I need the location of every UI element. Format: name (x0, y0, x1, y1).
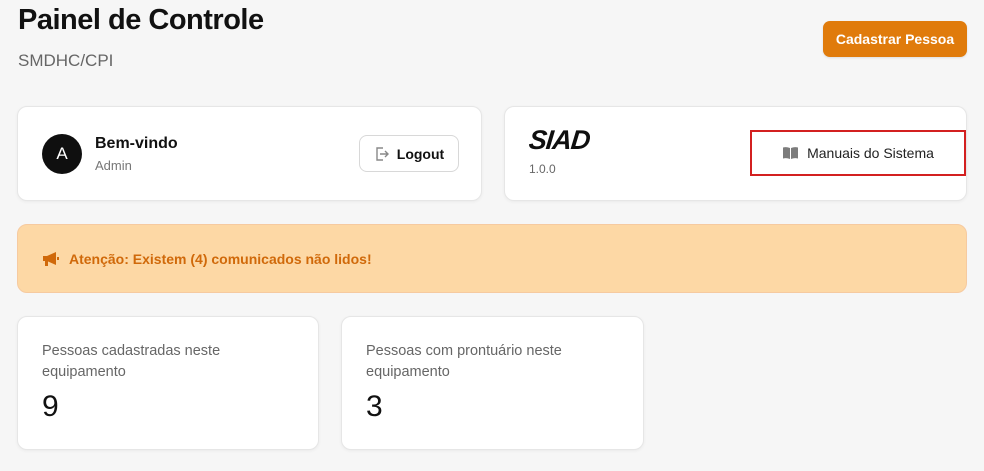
user-card: A Bem-vindo Admin Logout (17, 106, 482, 201)
logout-label: Logout (396, 145, 445, 162)
stat-label: Pessoas cadastradas neste equipamento (42, 343, 221, 380)
avatar: A (42, 134, 82, 174)
unread-notices-alert[interactable]: Atenção: Existem (4) comunicados não lid… (17, 224, 967, 293)
stat-value: 3 (366, 390, 383, 423)
stat-value: 9 (42, 390, 59, 423)
welcome-text: Bem-vindo (95, 135, 178, 152)
alert-text: Atenção: Existem (4) comunicados não lid… (69, 250, 372, 267)
book-icon (782, 146, 799, 160)
page-subtitle: SMDHC/CPI (18, 51, 114, 70)
logout-button[interactable]: Logout (359, 135, 459, 172)
system-manuals-button[interactable]: Manuais do Sistema (750, 130, 966, 176)
stat-label: Pessoas com prontuário neste equipamento (366, 343, 562, 380)
manuals-label: Manuais do Sistema (807, 145, 934, 161)
stat-card-records: Pessoas com prontuário neste equipamento… (341, 316, 644, 450)
stat-card-registered: Pessoas cadastradas neste equipamento 9 (17, 316, 319, 450)
user-role: Admin (95, 158, 132, 173)
register-person-button[interactable]: Cadastrar Pessoa (823, 21, 967, 57)
version-text: 1.0.0 (529, 162, 556, 176)
system-card: SIAD 1.0.0 Manuais do Sistema (504, 106, 967, 201)
megaphone-icon (42, 251, 61, 267)
page-title: Painel de Controle (18, 4, 264, 36)
logout-icon (374, 146, 390, 162)
siad-logo: SIAD (527, 125, 592, 155)
